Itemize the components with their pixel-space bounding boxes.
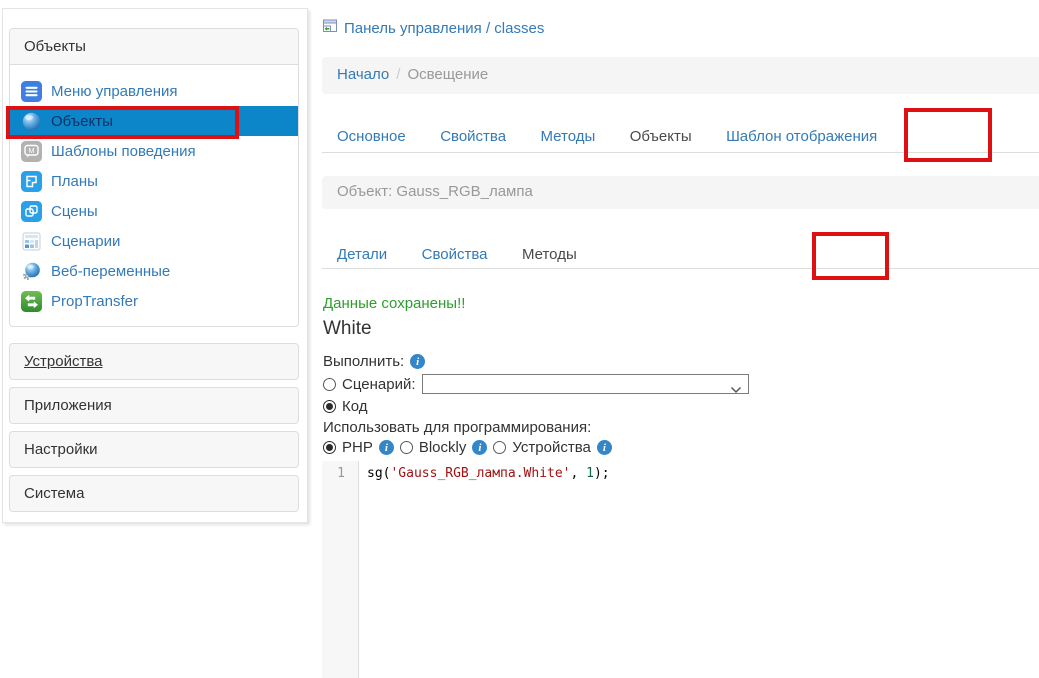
sidebar-item-scenes[interactable]: Сцены: [10, 196, 298, 226]
sidebar-section-label: Настройки: [24, 441, 98, 458]
sidebar-item-label: Веб-переменные: [51, 262, 171, 280]
breadcrumb-home-link[interactable]: Начало: [337, 66, 389, 83]
code-mode-row: Код: [323, 398, 368, 415]
sidebar-section-settings[interactable]: Настройки: [9, 431, 299, 468]
sidebar-item-label: Сценарии: [51, 232, 121, 250]
blockly-label: Blockly: [418, 439, 467, 456]
globe-icon: [21, 111, 42, 132]
sidebar-item-objects[interactable]: Объекты: [10, 106, 298, 136]
sidebar-section-label: Приложения: [24, 397, 112, 414]
devices-radio[interactable]: [493, 441, 507, 454]
blockly-radio[interactable]: [399, 441, 413, 454]
code-radio[interactable]: [323, 400, 336, 413]
devices-info-icon[interactable]: i: [596, 440, 612, 455]
code-label: Код: [342, 398, 368, 415]
sidebar-item-behavior-templates[interactable]: M Шаблоны поведения: [10, 136, 298, 166]
sidebar-menu: Меню управления Объекты M Шаблоны поведе…: [10, 65, 298, 326]
scenario-select[interactable]: [421, 374, 749, 394]
sidebar-item-label: PropTransfer: [51, 292, 138, 310]
php-label: PHP: [342, 439, 373, 456]
main-content: Панель управления / classes Начало / Освещ…: [322, 0, 1039, 678]
sidebar-item-label: Меню управления: [51, 82, 178, 100]
sidebar: Объекты Меню управления Объекты M Шаблон…: [2, 8, 308, 523]
sidebar-panel-title[interactable]: Объекты: [10, 29, 298, 65]
scenes-icon: [21, 200, 42, 222]
scenario-row: Сценарий:: [323, 374, 749, 394]
blockly-info-icon[interactable]: i: [472, 440, 488, 455]
sidebar-item-label: Объекты: [51, 112, 113, 130]
control-panel-link[interactable]: Панель управления / classes: [322, 18, 544, 38]
behavior-template-icon: M: [21, 140, 42, 162]
sidebar-item-label: Шаблоны поведения: [51, 142, 196, 160]
web-variables-icon: [21, 261, 42, 282]
devices-label: Устройства: [512, 439, 591, 456]
code-sep: ,: [570, 466, 587, 481]
code-end: );: [593, 466, 610, 481]
sidebar-item-control-menu[interactable]: Меню управления: [10, 76, 298, 106]
sidebar-section-system[interactable]: Система: [9, 475, 299, 512]
info-icon[interactable]: i: [410, 354, 426, 369]
sidebar-section-devices[interactable]: Устройства: [9, 343, 299, 380]
class-tabs: Основное Свойства Методы Объекты Шаблон …: [322, 119, 1039, 153]
scenario-label: Сценарий:: [342, 375, 416, 393]
control-menu-icon: [21, 80, 42, 102]
sidebar-section-label: Устройства: [24, 353, 103, 370]
saved-message: Данные сохранены!!: [323, 295, 466, 312]
php-radio[interactable]: [323, 441, 336, 454]
subtab-details[interactable]: Детали: [322, 237, 402, 272]
tab-objects[interactable]: Объекты: [615, 119, 707, 154]
object-title-bar: Объект: Gauss_RGB_лампа: [322, 176, 1039, 209]
panel-window-icon: [322, 18, 338, 38]
code-editor: 1 sg('Gauss_RGB_лампа.White', 1);: [322, 461, 1039, 678]
scenarios-icon: [21, 231, 42, 252]
language-row: PHP i Blockly i Устройства i: [323, 439, 612, 456]
code-editor-text[interactable]: sg('Gauss_RGB_лампа.White', 1);: [367, 466, 1039, 481]
code-string: 'Gauss_RGB_лампа.White': [390, 466, 571, 481]
sidebar-item-label: Планы: [51, 172, 98, 190]
tab-methods[interactable]: Методы: [526, 119, 611, 154]
object-subtabs: Детали Свойства Методы: [322, 237, 1039, 269]
execute-label: Выполнить:: [323, 353, 405, 370]
sidebar-item-proptransfer[interactable]: PropTransfer: [10, 286, 298, 316]
proptransfer-icon: [21, 290, 42, 312]
tab-main[interactable]: Основное: [322, 119, 421, 154]
scenario-radio[interactable]: [323, 377, 336, 391]
php-info-icon[interactable]: i: [378, 440, 394, 455]
code-editor-gutter: 1: [322, 461, 359, 678]
chevron-down-icon: [730, 381, 742, 398]
code-number: 1: [586, 466, 594, 481]
breadcrumb-current: Освещение: [407, 66, 489, 83]
sidebar-item-label: Сцены: [51, 202, 98, 220]
control-panel-link-label: Панель управления / classes: [344, 19, 545, 37]
code-fn: sg(: [367, 466, 391, 481]
programming-label: Использовать для программирования:: [323, 419, 592, 436]
line-number: 1: [337, 466, 345, 481]
programming-label-row: Использовать для программирования:: [323, 419, 591, 436]
execute-row: Выполнить: i: [323, 353, 426, 370]
sidebar-objects-panel: Объекты Меню управления Объекты M Шаблон…: [9, 28, 299, 327]
sidebar-section-applications[interactable]: Приложения: [9, 387, 299, 424]
sidebar-item-scenarios[interactable]: Сценарии: [10, 226, 298, 256]
tab-display-template[interactable]: Шаблон отображения: [711, 119, 892, 154]
plans-icon: [21, 170, 42, 192]
breadcrumb: Начало / Освещение: [322, 57, 1039, 94]
subtab-methods[interactable]: Методы: [507, 237, 592, 272]
method-title: White: [323, 318, 372, 339]
svg-text:M: M: [28, 146, 34, 155]
sidebar-item-web-variables[interactable]: Веб-переменные: [10, 256, 298, 286]
breadcrumb-separator: /: [396, 66, 401, 83]
sidebar-item-plans[interactable]: Планы: [10, 166, 298, 196]
subtab-properties[interactable]: Свойства: [407, 237, 503, 272]
tab-properties[interactable]: Свойства: [425, 119, 521, 154]
page: Объекты Меню управления Объекты M Шаблон…: [0, 0, 1039, 678]
sidebar-section-label: Система: [24, 485, 85, 502]
